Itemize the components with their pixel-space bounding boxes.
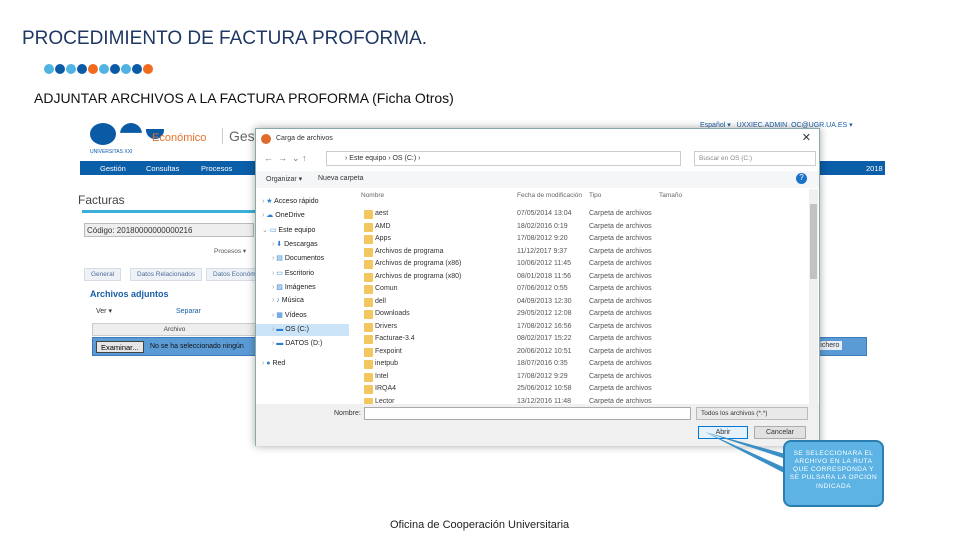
callout-note: SE SELECCIONARA EL ARCHIVO EN LA RUTA QU… [783, 440, 884, 507]
slide-footer: Oficina de Cooperación Universitaria [390, 519, 570, 531]
